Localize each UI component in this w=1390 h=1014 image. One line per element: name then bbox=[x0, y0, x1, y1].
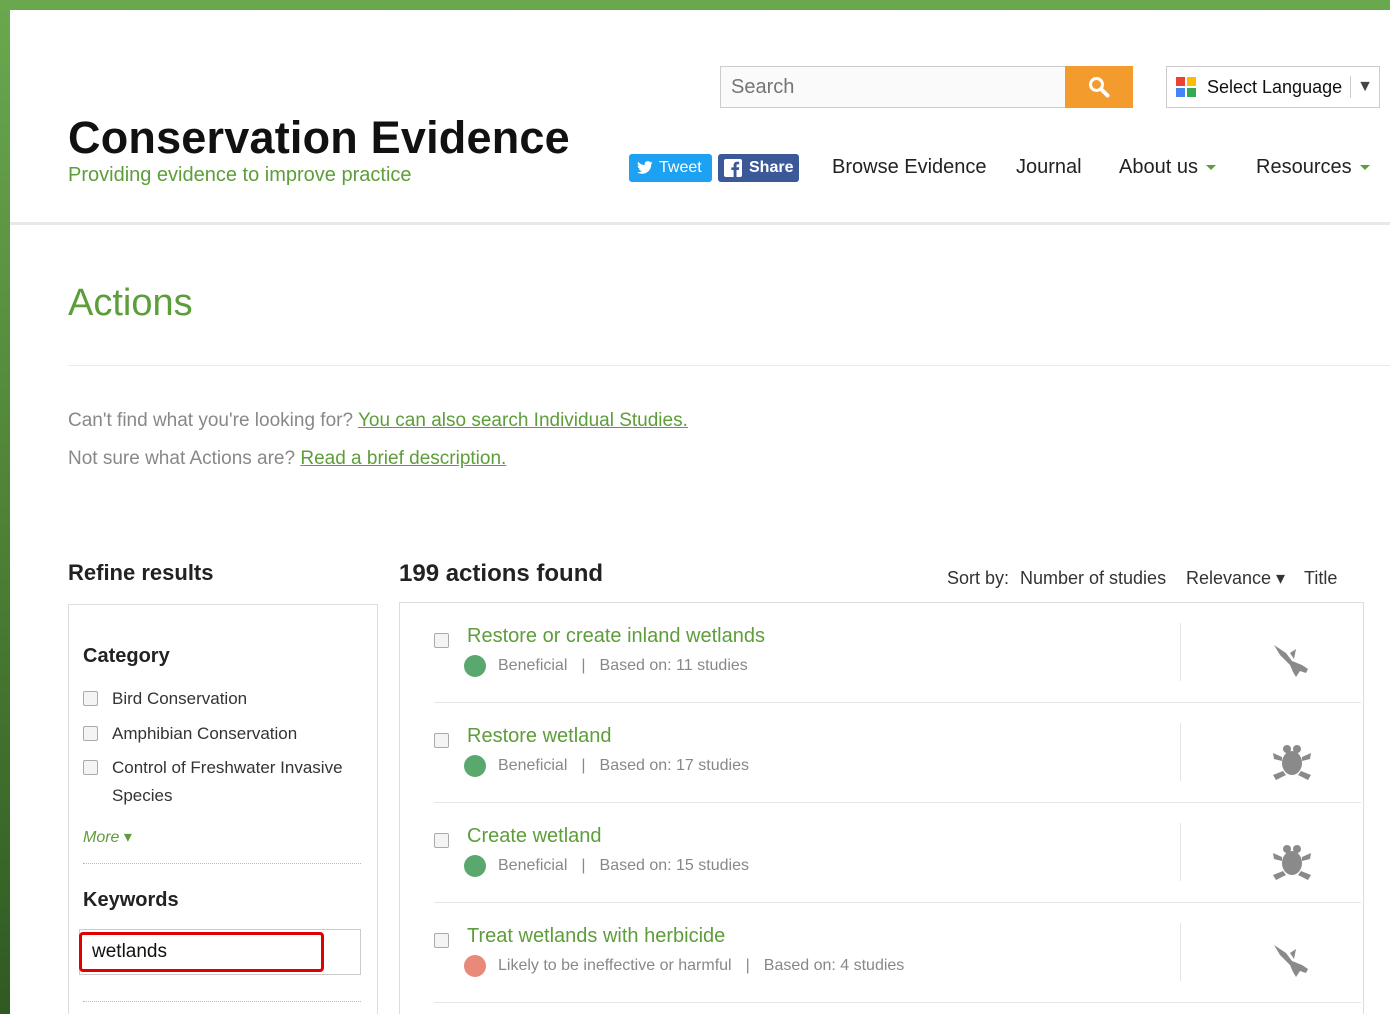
result-title-link[interactable]: Create wetland bbox=[467, 825, 602, 848]
row-divider bbox=[1180, 723, 1181, 781]
intro-line-description: Not sure what Actions are? Read a brief … bbox=[68, 448, 506, 470]
category-option[interactable]: Control of Freshwater Invasive Species bbox=[83, 754, 353, 810]
language-select[interactable]: Select Language ▼ bbox=[1166, 66, 1380, 108]
checkbox[interactable] bbox=[83, 760, 98, 775]
language-separator bbox=[1350, 76, 1352, 98]
studies-count: Based on: 15 studies bbox=[599, 857, 749, 874]
category-option[interactable]: Bird Conservation bbox=[83, 685, 353, 713]
row-divider bbox=[1180, 823, 1181, 881]
language-label: Select Language bbox=[1207, 76, 1343, 97]
keywords-heading: Keywords bbox=[83, 889, 179, 911]
site-title[interactable]: Conservation Evidence bbox=[68, 112, 570, 164]
sort-title[interactable]: Title bbox=[1304, 568, 1337, 589]
intro-line-studies: Can't find what you're looking for? You … bbox=[68, 410, 688, 432]
effectiveness-dot bbox=[464, 655, 486, 677]
result-row: Create wetland Beneficial | Based on: 15… bbox=[434, 803, 1361, 903]
result-row: Restore or create inland wetlands Benefi… bbox=[434, 603, 1361, 703]
meta-separator: | bbox=[581, 857, 586, 874]
bird-icon bbox=[1274, 945, 1308, 977]
category-label: Control of Freshwater Invasive Species bbox=[112, 758, 343, 805]
nav-label: Browse Evidence bbox=[832, 156, 987, 178]
checkbox[interactable] bbox=[434, 733, 449, 748]
effectiveness-label: Beneficial bbox=[498, 657, 568, 674]
search-button[interactable] bbox=[1065, 66, 1133, 108]
result-title-link[interactable]: Restore or create inland wetlands bbox=[467, 625, 765, 648]
meta-separator: | bbox=[745, 957, 750, 974]
result-meta: Likely to be ineffective or harmful | Ba… bbox=[464, 955, 904, 977]
tweet-label: Tweet bbox=[659, 159, 702, 176]
nav-label: Journal bbox=[1016, 156, 1082, 178]
nav-label: About us bbox=[1119, 156, 1198, 178]
title-divider bbox=[68, 365, 1390, 366]
facebook-icon bbox=[724, 159, 742, 177]
category-option[interactable]: Amphibian Conservation bbox=[83, 720, 353, 748]
section-divider bbox=[83, 1001, 361, 1002]
google-translate-icon bbox=[1176, 77, 1196, 97]
checkbox[interactable] bbox=[434, 833, 449, 848]
search-input[interactable] bbox=[720, 66, 1066, 108]
effectiveness-label: Beneficial bbox=[498, 857, 568, 874]
result-meta: Beneficial | Based on: 15 studies bbox=[464, 855, 749, 877]
result-row: Treat wetlands with herbicide Likely to … bbox=[434, 903, 1361, 1003]
site-tagline: Providing evidence to improve practice bbox=[68, 164, 412, 186]
nav-resources[interactable]: Resources bbox=[1256, 156, 1370, 179]
sort-number-of-studies[interactable]: Number of studies bbox=[1020, 568, 1166, 589]
section-divider bbox=[83, 863, 361, 864]
results-count: 199 actions found bbox=[399, 560, 604, 587]
page-title: Actions bbox=[68, 282, 193, 324]
meta-separator: | bbox=[581, 657, 586, 674]
result-title-link[interactable]: Restore wetland bbox=[467, 725, 612, 748]
category-label: Amphibian Conservation bbox=[112, 724, 298, 743]
chevron-down-icon: ▼ bbox=[1357, 78, 1373, 95]
results-list: Restore or create inland wetlands Benefi… bbox=[399, 602, 1364, 1014]
row-divider bbox=[1180, 923, 1181, 981]
category-label: Bird Conservation bbox=[112, 689, 248, 708]
effectiveness-label: Likely to be ineffective or harmful bbox=[498, 957, 732, 974]
caret-down-icon bbox=[1205, 165, 1216, 171]
nav-label: Resources bbox=[1256, 156, 1352, 178]
checkbox[interactable] bbox=[434, 933, 449, 948]
sort-by-label: Sort by: bbox=[947, 568, 1010, 588]
facebook-share-button[interactable]: Share bbox=[718, 154, 799, 182]
studies-count: Based on: 4 studies bbox=[763, 957, 905, 974]
checkbox[interactable] bbox=[83, 726, 98, 741]
sort-relevance[interactable]: Relevance ▾ bbox=[1186, 568, 1285, 589]
result-row: Restore wetland Beneficial | Based on: 1… bbox=[434, 703, 1361, 803]
refine-sidebar: Category Bird Conservation Amphibian Con… bbox=[68, 604, 378, 1014]
studies-count: Based on: 11 studies bbox=[599, 657, 748, 674]
twitter-icon bbox=[637, 161, 653, 174]
refine-results-heading: Refine results bbox=[68, 560, 214, 585]
meta-separator: | bbox=[581, 757, 586, 774]
nav-browse-evidence[interactable]: Browse Evidence bbox=[832, 156, 987, 179]
effectiveness-label: Beneficial bbox=[498, 757, 568, 774]
share-label: Share bbox=[749, 159, 794, 176]
nav-journal[interactable]: Journal bbox=[1016, 156, 1082, 179]
frog-icon bbox=[1273, 745, 1311, 780]
result-title-link[interactable]: Treat wetlands with herbicide bbox=[467, 925, 725, 948]
row-divider bbox=[1180, 623, 1181, 681]
page: Conservation Evidence Providing evidence… bbox=[10, 10, 1390, 1014]
bird-icon bbox=[1274, 645, 1308, 677]
intro-text: Can't find what you're looking for? bbox=[68, 410, 354, 431]
more-categories-link[interactable]: More ▾ bbox=[83, 827, 132, 847]
header-divider bbox=[10, 222, 1390, 225]
keywords-input[interactable] bbox=[79, 929, 361, 975]
search-studies-link[interactable]: You can also search Individual Studies. bbox=[358, 410, 688, 431]
category-heading: Category bbox=[83, 645, 170, 667]
nav-about-us[interactable]: About us bbox=[1119, 156, 1216, 179]
checkbox[interactable] bbox=[434, 633, 449, 648]
frog-icon bbox=[1273, 845, 1311, 880]
effectiveness-dot bbox=[464, 755, 486, 777]
result-meta: Beneficial | Based on: 17 studies bbox=[464, 755, 749, 777]
intro-text: Not sure what Actions are? bbox=[68, 448, 296, 469]
search-icon bbox=[1089, 77, 1110, 98]
tweet-button[interactable]: Tweet bbox=[629, 154, 712, 182]
result-meta: Beneficial | Based on: 11 studies bbox=[464, 655, 748, 677]
checkbox[interactable] bbox=[83, 691, 98, 706]
brief-description-link[interactable]: Read a brief description. bbox=[300, 448, 506, 469]
caret-down-icon bbox=[1359, 165, 1370, 171]
studies-count: Based on: 17 studies bbox=[599, 757, 749, 774]
effectiveness-dot bbox=[464, 855, 486, 877]
effectiveness-dot bbox=[464, 955, 486, 977]
